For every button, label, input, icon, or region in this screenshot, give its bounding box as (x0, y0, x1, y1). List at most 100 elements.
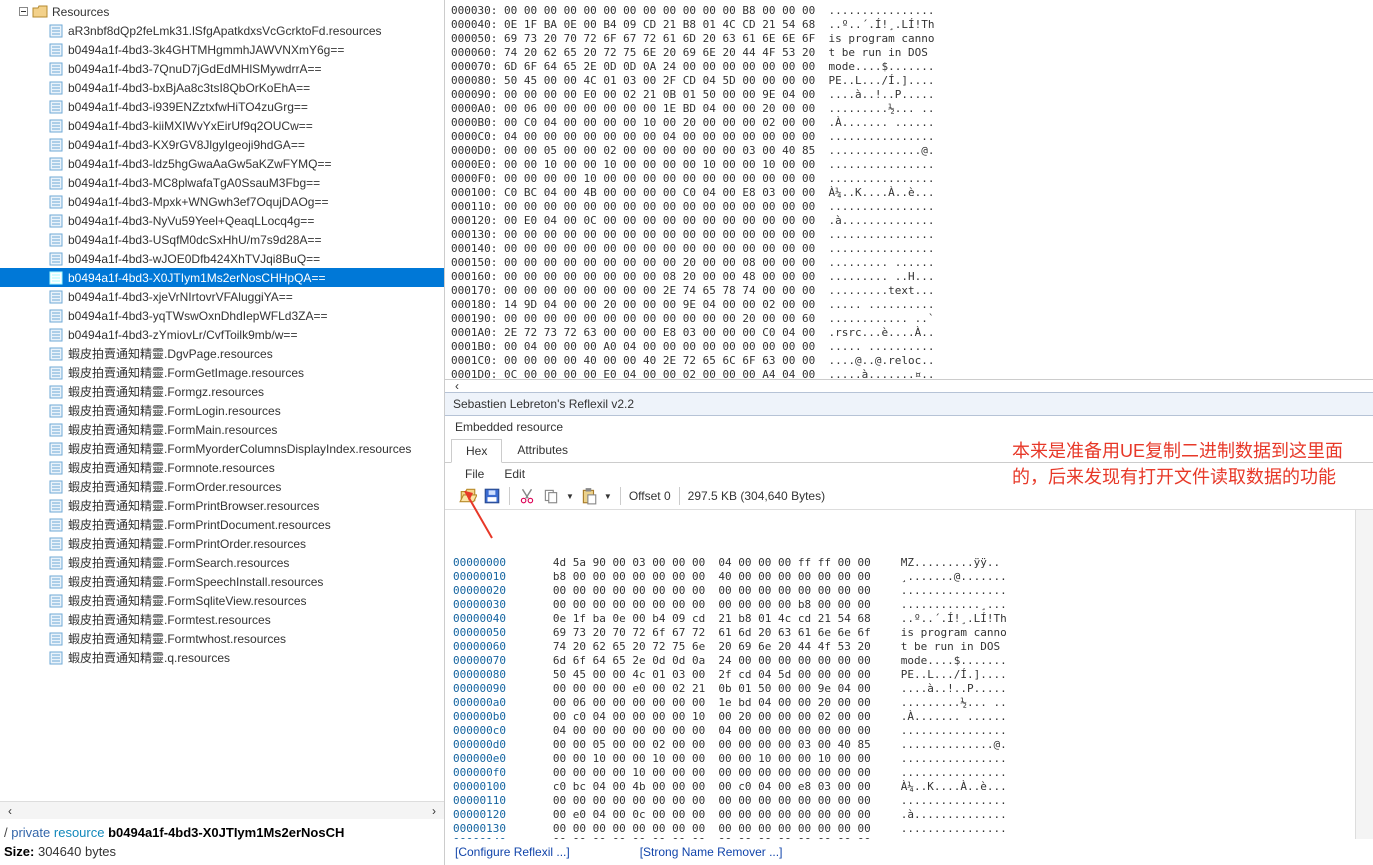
hex-editor: File Edit ▼ (445, 463, 1373, 839)
resource-item[interactable]: b0494a1f-4bd3-KX9rGV8JlgyIgeoji9hdGA== (0, 135, 444, 154)
resource-item[interactable]: 蝦皮拍賣通知精靈.DgvPage.resources (0, 344, 444, 363)
resource-item[interactable]: 蝦皮拍賣通知精靈.Formtest.resources (0, 610, 444, 629)
resource-item[interactable]: 蝦皮拍賣通知精靈.Formnote.resources (0, 458, 444, 477)
configure-reflexil-link[interactable]: [Configure Reflexil ...] (455, 845, 570, 859)
right-panel: 000030: 00 00 00 00 00 00 00 00 00 00 00… (445, 0, 1373, 865)
resource-item[interactable]: b0494a1f-4bd3-wJOE0Dfb424XhTVJqi8BuQ== (0, 249, 444, 268)
size-bytes-label: 297.5 KB (304,640 Bytes) (688, 489, 825, 503)
resource-item[interactable]: 蝦皮拍賣通知精靈.Formtwhost.resources (0, 629, 444, 648)
hex-content[interactable]: 00000000 4d 5a 90 00 03 00 00 00 04 00 0… (445, 510, 1373, 839)
hex-row: 00000000 4d 5a 90 00 03 00 00 00 04 00 0… (453, 556, 1365, 570)
resource-file-icon (48, 62, 64, 76)
resource-item-label: b0494a1f-4bd3-wJOE0Dfb424XhTVJqi8BuQ== (68, 252, 320, 266)
resource-info: / private resource b0494a1f-4bd3-X0JTIym… (0, 819, 444, 865)
top-hex-view[interactable]: 000030: 00 00 00 00 00 00 00 00 00 00 00… (445, 0, 1373, 380)
resource-item-label: 蝦皮拍賣通知精靈.Formtest.resources (68, 611, 271, 628)
resource-item[interactable]: b0494a1f-4bd3-kiiMXIWvYxEirUf9q2OUCw== (0, 116, 444, 135)
resource-item[interactable]: 蝦皮拍賣通知精靈.q.resources (0, 648, 444, 667)
menu-file[interactable]: File (465, 467, 484, 481)
hex-row: 00000100 c0 bc 04 00 4b 00 00 00 00 c0 0… (453, 780, 1365, 794)
horizontal-scrollbar[interactable]: ‹ › (0, 801, 444, 819)
resource-file-icon (48, 24, 64, 38)
resource-item[interactable]: 蝦皮拍賣通知精靈.FormPrintDocument.resources (0, 515, 444, 534)
resource-item-label: 蝦皮拍賣通知精靈.FormSearch.resources (68, 554, 289, 571)
resource-file-icon (48, 176, 64, 190)
resource-item[interactable]: b0494a1f-4bd3-X0JTIym1Ms2erNosCHHpQA== (0, 268, 444, 287)
resource-item[interactable]: b0494a1f-4bd3-bxBjAa8c3tsI8QbOrKoEhA== (0, 78, 444, 97)
resource-item[interactable]: 蝦皮拍賣通知精靈.FormSqliteView.resources (0, 591, 444, 610)
paste-icon[interactable] (580, 487, 598, 505)
resource-item[interactable]: 蝦皮拍賣通知精靈.FormPrintOrder.resources (0, 534, 444, 553)
size-value: 304640 bytes (38, 844, 116, 859)
resource-item-label: 蝦皮拍賣通知精靈.Formtwhost.resources (68, 630, 286, 647)
scroll-left-icon[interactable]: ‹ (2, 804, 18, 818)
resource-file-icon (48, 252, 64, 266)
vertical-scrollbar[interactable] (1355, 510, 1373, 839)
resource-item-label: 蝦皮拍賣通知精靈.FormLogin.resources (68, 402, 281, 419)
menu-edit[interactable]: Edit (504, 467, 525, 481)
resource-item-label: b0494a1f-4bd3-zYmiovLr/CvfToilk9mb/w== (68, 328, 297, 342)
resource-file-icon (48, 423, 64, 437)
resource-item-label: b0494a1f-4bd3-Mpxk+WNGwh3ef7OqujDAOg== (68, 195, 328, 209)
resource-item[interactable]: b0494a1f-4bd3-zYmiovLr/CvfToilk9mb/w== (0, 325, 444, 344)
resource-file-icon (48, 442, 64, 456)
resource-item[interactable]: 蝦皮拍賣通知精靈.FormSearch.resources (0, 553, 444, 572)
resource-item-label: 蝦皮拍賣通知精靈.FormOrder.resources (68, 478, 281, 495)
resource-item[interactable]: b0494a1f-4bd3-i939ENZztxfwHiTO4zuGrg== (0, 97, 444, 116)
resource-item-label: 蝦皮拍賣通知精靈.DgvPage.resources (68, 345, 273, 362)
hex-row: 000000a0 00 06 00 00 00 00 00 00 1e bd 0… (453, 696, 1365, 710)
resource-item[interactable]: 蝦皮拍賣通知精靈.Formgz.resources (0, 382, 444, 401)
resource-item-label: b0494a1f-4bd3-X0JTIym1Ms2erNosCHHpQA== (68, 271, 325, 285)
left-panel: Resources aR3nbf8dQp2feLmk31.lSfgApatkdx… (0, 0, 445, 865)
resource-item[interactable]: b0494a1f-4bd3-MC8plwafaTgA0SsauM3Fbg== (0, 173, 444, 192)
folder-icon (32, 5, 48, 19)
menubar: File Edit (445, 463, 1373, 485)
resource-file-icon (48, 499, 64, 513)
resource-item[interactable]: b0494a1f-4bd3-7QnuD7jGdEdMHlSMywdrrA== (0, 59, 444, 78)
resource-item[interactable]: 蝦皮拍賣通知精靈.FormOrder.resources (0, 477, 444, 496)
tab-hex[interactable]: Hex (451, 439, 502, 463)
resource-item[interactable]: b0494a1f-4bd3-ldz5hgGwaAaGw5aKZwFYMQ== (0, 154, 444, 173)
resource-file-icon (48, 100, 64, 114)
resource-item[interactable]: b0494a1f-4bd3-Mpxk+WNGwh3ef7OqujDAOg== (0, 192, 444, 211)
resource-file-icon (48, 138, 64, 152)
hex-row: 00000010 b8 00 00 00 00 00 00 00 40 00 0… (453, 570, 1365, 584)
resource-file-icon (48, 233, 64, 247)
resource-file-icon (48, 309, 64, 323)
cut-icon[interactable] (518, 487, 536, 505)
copy-icon[interactable] (542, 487, 560, 505)
save-icon[interactable] (483, 487, 501, 505)
resource-item[interactable]: b0494a1f-4bd3-xjeVrNIrtovrVFAluggiYA== (0, 287, 444, 306)
resource-item[interactable]: b0494a1f-4bd3-3k4GHTMHgmmhJAWVNXmY6g== (0, 40, 444, 59)
resource-item-label: b0494a1f-4bd3-KX9rGV8JlgyIgeoji9hdGA== (68, 138, 305, 152)
resource-item-label: b0494a1f-4bd3-yqTWswOxnDhdIepWFLd3ZA== (68, 309, 327, 323)
resource-item[interactable]: aR3nbf8dQp2feLmk31.lSfgApatkdxsVcGcrktoF… (0, 21, 444, 40)
hex-row: 000000d0 00 00 05 00 00 02 00 00 00 00 0… (453, 738, 1365, 752)
resource-tree[interactable]: Resources aR3nbf8dQp2feLmk31.lSfgApatkdx… (0, 0, 444, 801)
resource-item[interactable]: 蝦皮拍賣通知精靈.FormGetImage.resources (0, 363, 444, 382)
dropdown-icon[interactable]: ▼ (566, 492, 574, 501)
hex-row: 00000030 00 00 00 00 00 00 00 00 00 00 0… (453, 598, 1365, 612)
dropdown-icon[interactable]: ▼ (604, 492, 612, 501)
resource-item[interactable]: 蝦皮拍賣通知精靈.FormMain.resources (0, 420, 444, 439)
resource-item[interactable]: b0494a1f-4bd3-yqTWswOxnDhdIepWFLd3ZA== (0, 306, 444, 325)
resource-item[interactable]: 蝦皮拍賣通知精靈.FormSpeechInstall.resources (0, 572, 444, 591)
tree-folder-resources[interactable]: Resources (0, 2, 444, 21)
separator (620, 487, 621, 505)
resource-item-label: b0494a1f-4bd3-USqfM0dcSxHhU/m7s9d28A== (68, 233, 322, 247)
resource-item[interactable]: b0494a1f-4bd3-USqfM0dcSxHhU/m7s9d28A== (0, 230, 444, 249)
resource-file-icon (48, 214, 64, 228)
resource-item[interactable]: 蝦皮拍賣通知精靈.FormLogin.resources (0, 401, 444, 420)
open-file-icon[interactable] (459, 487, 477, 505)
resource-item[interactable]: b0494a1f-4bd3-NyVu59Yeel+QeaqLLocq4g== (0, 211, 444, 230)
resource-item-label: 蝦皮拍賣通知精靈.FormSqliteView.resources (68, 592, 307, 609)
resource-item-label: 蝦皮拍賣通知精靈.FormPrintBrowser.resources (68, 497, 319, 514)
strong-name-remover-link[interactable]: [Strong Name Remover ...] (640, 845, 783, 859)
top-hex-scroll[interactable]: ‹ (445, 380, 1373, 392)
scroll-left-icon[interactable]: ‹ (449, 379, 465, 393)
resource-item[interactable]: 蝦皮拍賣通知精靈.FormMyorderColumnsDisplayIndex.… (0, 439, 444, 458)
scroll-right-icon[interactable]: › (426, 804, 442, 818)
tab-attributes[interactable]: Attributes (502, 438, 583, 462)
expander-icon[interactable] (18, 7, 28, 17)
resource-item[interactable]: 蝦皮拍賣通知精靈.FormPrintBrowser.resources (0, 496, 444, 515)
